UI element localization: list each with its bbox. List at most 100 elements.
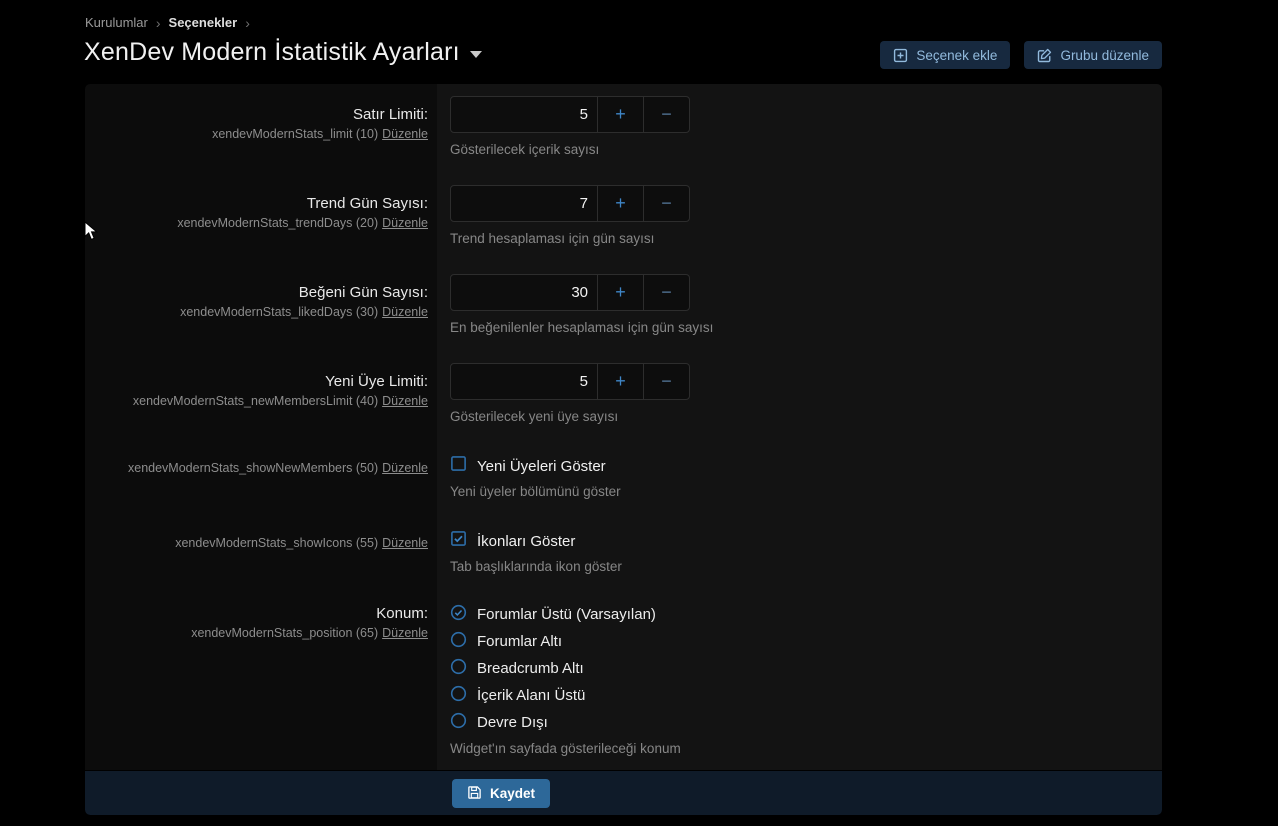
edit-group-label: Grubu düzenle	[1060, 48, 1149, 63]
number-input-group: 30 + −	[450, 274, 690, 311]
save-button[interactable]: Kaydet	[452, 779, 550, 808]
option-description: Gösterilecek içerik sayısı	[450, 142, 1162, 158]
radio-unchecked-icon[interactable]	[450, 631, 467, 653]
option-label: Beğeni Gün Sayısı:	[85, 284, 428, 302]
radio-label: İçerik Alanı Üstü	[477, 687, 585, 704]
decrement-button[interactable]: −	[644, 275, 689, 310]
number-input[interactable]: 7	[451, 186, 598, 221]
save-button-label: Kaydet	[490, 786, 535, 801]
option-id-text: xendevModernStats_trendDays (20)	[177, 216, 378, 230]
edit-option-link[interactable]: Düzenle	[382, 216, 428, 230]
radio-unchecked-icon[interactable]	[450, 658, 467, 680]
option-id: xendevModernStats_showNewMembers (50) Düz…	[85, 460, 428, 476]
edit-option-link[interactable]: Düzenle	[382, 461, 428, 475]
option-row-newmemberslimit: Yeni Üye Limiti: xendevModernStats_newMe…	[85, 351, 1162, 440]
radio-option-selected[interactable]: Forumlar Üstü (Varsayılan)	[450, 601, 1162, 628]
option-description: Yeni üyeler bölümünü göster	[450, 484, 1162, 500]
option-label: Yeni Üye Limiti:	[85, 373, 428, 391]
radio-option[interactable]: Breadcrumb Altı	[450, 655, 1162, 682]
option-id: xendevModernStats_trendDays (20) Düzenle	[85, 215, 428, 231]
option-description: Widget'ın sayfada gösterileceği konum	[450, 741, 1162, 757]
option-control-cell: Yeni Üyeleri Göster Yeni üyeler bölümünü…	[437, 440, 1162, 515]
option-control-cell: İkonları Göster Tab başlıklarında ikon g…	[437, 515, 1162, 590]
checkbox-checked-icon[interactable]	[450, 530, 467, 552]
chevron-down-icon[interactable]	[470, 51, 482, 58]
option-label-cell: xendevModernStats_showNewMembers (50) Düz…	[85, 440, 437, 515]
number-input[interactable]: 5	[451, 364, 598, 399]
checkbox-unchecked-icon[interactable]	[450, 455, 467, 477]
option-description: Tab başlıklarında ikon göster	[450, 559, 1162, 575]
number-input-group: 7 + −	[450, 185, 690, 222]
option-label: Konum:	[85, 605, 428, 623]
add-option-button[interactable]: Seçenek ekle	[880, 41, 1010, 69]
radio-label: Forumlar Altı	[477, 633, 562, 650]
title-row: XenDev Modern İstatistik Ayarları	[84, 38, 482, 67]
radio-option[interactable]: Devre Dışı	[450, 709, 1162, 736]
radio-checked-icon[interactable]	[450, 604, 467, 626]
radio-option[interactable]: İçerik Alanı Üstü	[450, 682, 1162, 709]
page-title: XenDev Modern İstatistik Ayarları	[84, 38, 460, 67]
number-input-group: 5 + −	[450, 363, 690, 400]
radio-option[interactable]: Forumlar Altı	[450, 628, 1162, 655]
option-id: xendevModernStats_limit (10)Düzenle	[85, 126, 428, 142]
decrement-button[interactable]: −	[644, 97, 689, 132]
increment-button[interactable]: +	[598, 97, 644, 132]
breadcrumb-item-secenekler[interactable]: Seçenekler	[169, 15, 238, 30]
option-control-cell: 7 + − Trend hesaplaması için gün sayısı	[437, 173, 1162, 262]
breadcrumb-separator-icon: ›	[245, 16, 250, 30]
option-id-text: xendevModernStats_newMembersLimit (40)	[133, 394, 378, 408]
checkbox-option[interactable]: İkonları Göster	[450, 530, 1162, 552]
option-label-cell: Beğeni Gün Sayısı: xendevModernStats_lik…	[85, 262, 437, 351]
option-row-trenddays: Trend Gün Sayısı: xendevModernStats_tren…	[85, 173, 1162, 262]
plus-square-icon	[893, 48, 908, 63]
edit-pencil-icon	[1037, 48, 1052, 63]
decrement-button[interactable]: −	[644, 364, 689, 399]
checkbox-option[interactable]: Yeni Üyeleri Göster	[450, 455, 1162, 477]
edit-option-link[interactable]: Düzenle	[382, 536, 428, 550]
number-input-group: 5 + −	[450, 96, 690, 133]
checkbox-label: İkonları Göster	[477, 533, 575, 550]
option-row-shownewmembers: xendevModernStats_showNewMembers (50) Düz…	[85, 440, 1162, 515]
header-buttons: Seçenek ekle Grubu düzenle	[880, 41, 1162, 69]
option-id: xendevModernStats_newMembersLimit (40) Dü…	[85, 393, 428, 409]
breadcrumb-separator-icon: ›	[156, 16, 161, 30]
form-footer: Kaydet	[85, 770, 1162, 815]
edit-option-link[interactable]: Düzenle	[382, 127, 428, 141]
radio-label: Forumlar Üstü (Varsayılan)	[477, 606, 656, 623]
options-panel: Satır Limiti: xendevModernStats_limit (1…	[85, 84, 1162, 815]
increment-button[interactable]: +	[598, 275, 644, 310]
number-input[interactable]: 5	[451, 97, 598, 132]
edit-option-link[interactable]: Düzenle	[382, 626, 428, 640]
option-row-position: Konum: xendevModernStats_position (65) Dü…	[85, 590, 1162, 770]
edit-option-link[interactable]: Düzenle	[382, 305, 428, 319]
breadcrumb-item-kurulumlar[interactable]: Kurulumlar	[85, 15, 148, 30]
option-label-cell: Trend Gün Sayısı: xendevModernStats_tren…	[85, 173, 437, 262]
radio-unchecked-icon[interactable]	[450, 685, 467, 707]
edit-group-button[interactable]: Grubu düzenle	[1024, 41, 1162, 69]
option-label-cell: xendevModernStats_showIcons (55)Düzenle	[85, 515, 437, 590]
option-row-showicons: xendevModernStats_showIcons (55)Düzenle …	[85, 515, 1162, 590]
increment-button[interactable]: +	[598, 186, 644, 221]
option-id-text: xendevModernStats_showNewMembers (50)	[128, 461, 378, 475]
edit-option-link[interactable]: Düzenle	[382, 394, 428, 408]
checkbox-label: Yeni Üyeleri Göster	[477, 458, 606, 475]
option-label-cell: Satır Limiti: xendevModernStats_limit (1…	[85, 84, 437, 173]
option-label-cell: Konum: xendevModernStats_position (65) Dü…	[85, 590, 437, 770]
number-input[interactable]: 30	[451, 275, 598, 310]
increment-button[interactable]: +	[598, 364, 644, 399]
radio-unchecked-icon[interactable]	[450, 712, 467, 734]
option-control-cell: Forumlar Üstü (Varsayılan) Forumlar Altı…	[437, 590, 1162, 770]
option-id-text: xendevModernStats_position (65)	[191, 626, 378, 640]
decrement-button[interactable]: −	[644, 186, 689, 221]
option-control-cell: 5 + − Gösterilecek içerik sayısı	[437, 84, 1162, 173]
option-label: Satır Limiti:	[85, 106, 428, 124]
option-row-likeddays: Beğeni Gün Sayısı: xendevModernStats_lik…	[85, 262, 1162, 351]
option-id-text: xendevModernStats_likedDays (30)	[180, 305, 378, 319]
option-description: Trend hesaplaması için gün sayısı	[450, 231, 1162, 247]
option-description: Gösterilecek yeni üye sayısı	[450, 409, 1162, 425]
option-id: xendevModernStats_showIcons (55)Düzenle	[85, 535, 428, 551]
option-description: En beğenilenler hesaplaması için gün say…	[450, 320, 1162, 336]
option-id: xendevModernStats_likedDays (30) Düzenle	[85, 304, 428, 320]
option-label: Trend Gün Sayısı:	[85, 195, 428, 213]
option-control-cell: 5 + − Gösterilecek yeni üye sayısı	[437, 351, 1162, 440]
